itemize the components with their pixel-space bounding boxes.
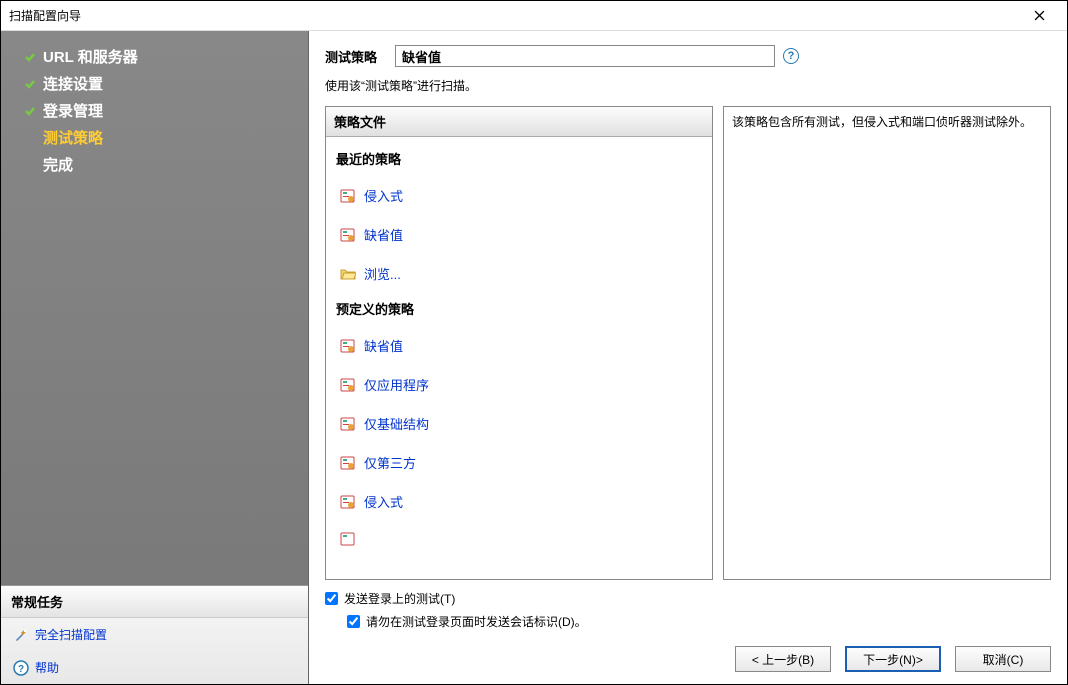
wrench-icon [13,627,29,643]
policy-item-pre-app[interactable]: 仅应用程序 [330,365,708,404]
checkbox-area: 发送登录上的测试(T) 请勿在测试登录页面时发送会话标识(D)。 [325,580,1051,640]
cancel-button[interactable]: 取消(C) [955,646,1051,672]
predefined-section-title: 预定义的策略 [330,293,708,326]
policy-icon [340,494,356,510]
policy-label: 缺省值 [364,225,403,244]
check-icon [23,50,37,64]
policy-row: 测试策略 ? [325,45,1051,67]
policy-item-browse[interactable]: 浏览... [330,254,708,293]
task-full-scan-config[interactable]: 完全扫描配置 [1,618,308,651]
wizard-window: 扫描配置向导 URL 和服务器 连接设置 登录管理 测试策 [0,0,1068,685]
policy-label: 侵入式 [364,186,403,205]
sidebar: URL 和服务器 连接设置 登录管理 测试策略 完成 常规任务 [1,31,309,684]
window-title: 扫描配置向导 [9,7,1019,24]
policy-icon [340,455,356,471]
policy-label: 侵入式 [364,492,403,511]
policy-files-body[interactable]: 最近的策略 侵入式 缺省值 浏览... 预定义 [326,137,712,579]
description-text: 该策略包含所有测试，但侵入式和端口侦听器测试除外。 [724,107,1050,579]
tasks-header: 常规任务 [1,586,308,618]
policy-icon [340,227,356,243]
policy-label: 浏览... [364,264,401,283]
nav-label: 登录管理 [43,100,103,121]
nav-item-policy[interactable]: 测试策略 [1,124,308,151]
task-label: 完全扫描配置 [35,626,107,643]
panels: 策略文件 最近的策略 侵入式 缺省值 浏览... [325,106,1051,580]
policy-item-invasive[interactable]: 侵入式 [330,176,708,215]
next-button[interactable]: 下一步(N)> [845,646,941,672]
cb-label: 发送登录上的测试(T) [344,590,455,607]
policy-label: 缺省值 [364,336,403,355]
policy-label: 测试策略 [325,47,377,66]
policy-icon [340,338,356,354]
cb-no-session-id-input[interactable] [347,615,360,628]
check-icon [23,77,37,91]
policy-files-header: 策略文件 [326,107,712,137]
close-icon [1034,10,1045,21]
policy-icon [340,531,356,547]
nav-label: 测试策略 [43,127,103,148]
tasks-panel: 常规任务 完全扫描配置 ? 帮助 [1,585,308,684]
description-panel: 该策略包含所有测试，但侵入式和端口侦听器测试除外。 [723,106,1051,580]
policy-label: 仅基础结构 [364,414,429,433]
nav-label: 连接设置 [43,73,103,94]
policy-input[interactable] [395,45,775,67]
nav-item-login[interactable]: 登录管理 [1,97,308,124]
nav-item-finish[interactable]: 完成 [1,151,308,178]
policy-item-pre-invasive[interactable]: 侵入式 [330,482,708,521]
policy-label: 仅应用程序 [364,375,429,394]
policy-item-pre-thirdparty[interactable]: 仅第三方 [330,443,708,482]
nav-label: URL 和服务器 [43,46,138,67]
recent-section-title: 最近的策略 [330,143,708,176]
policy-files-panel: 策略文件 最近的策略 侵入式 缺省值 浏览... [325,106,713,580]
cb-send-login-tests-input[interactable] [325,592,338,605]
check-icon [23,104,37,118]
policy-icon [340,416,356,432]
nav-item-connection[interactable]: 连接设置 [1,70,308,97]
policy-item-more[interactable] [330,521,708,557]
task-help[interactable]: ? 帮助 [1,651,308,684]
policy-item-pre-infra[interactable]: 仅基础结构 [330,404,708,443]
help-icon[interactable]: ? [783,48,799,64]
svg-text:?: ? [18,664,24,675]
footer-buttons: < 上一步(B) 下一步(N)> 取消(C) [325,640,1051,672]
nav-list: URL 和服务器 连接设置 登录管理 测试策略 完成 [1,31,308,585]
cb-label: 请勿在测试登录页面时发送会话标识(D)。 [366,613,587,630]
body: URL 和服务器 连接设置 登录管理 测试策略 完成 常规任务 [1,31,1067,684]
task-label: 帮助 [35,659,59,676]
close-button[interactable] [1019,2,1059,30]
folder-icon [340,266,356,282]
policy-item-default[interactable]: 缺省值 [330,215,708,254]
hint-text: 使用该“测试策略”进行扫描。 [325,77,1051,94]
cb-send-login-tests[interactable]: 发送登录上的测试(T) [325,590,1051,607]
help-icon: ? [13,660,29,676]
policy-icon [340,377,356,393]
policy-icon [340,188,356,204]
nav-label: 完成 [43,154,73,175]
main-panel: 测试策略 ? 使用该“测试策略”进行扫描。 策略文件 最近的策略 侵入式 [309,31,1067,684]
policy-item-pre-default[interactable]: 缺省值 [330,326,708,365]
nav-item-url[interactable]: URL 和服务器 [1,43,308,70]
cb-no-session-id[interactable]: 请勿在测试登录页面时发送会话标识(D)。 [347,613,1051,630]
policy-label: 仅第三方 [364,453,416,472]
back-button[interactable]: < 上一步(B) [735,646,831,672]
titlebar: 扫描配置向导 [1,1,1067,31]
